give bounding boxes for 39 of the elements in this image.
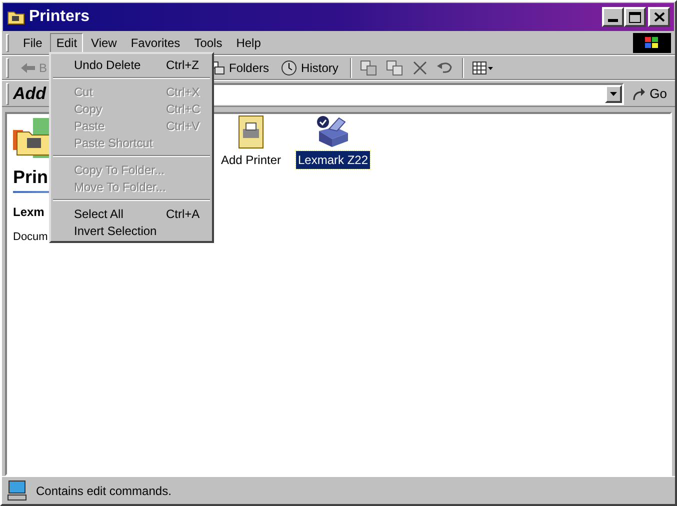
minimize-icon <box>608 19 618 22</box>
clock-icon <box>281 60 298 76</box>
window-title: Printers <box>29 7 90 27</box>
menu-item[interactable]: Help <box>230 32 267 52</box>
menu-item[interactable]: File <box>17 32 48 52</box>
add-printer-icon <box>237 115 265 149</box>
dropdown-button[interactable] <box>604 84 622 102</box>
maximize-icon <box>629 12 641 22</box>
caret-icon <box>610 92 617 96</box>
menu-item[interactable]: Tools <box>188 32 228 52</box>
go-arrow-icon <box>632 86 646 100</box>
close-button[interactable] <box>648 7 670 27</box>
menu-item[interactable]: Favorites <box>124 32 186 52</box>
maximize-button[interactable] <box>624 7 646 27</box>
back-arrow-icon <box>21 62 35 72</box>
documents-count: Docum <box>13 230 48 245</box>
printer-name: Lexm <box>13 204 44 221</box>
close-icon <box>654 12 664 22</box>
views-icon[interactable] <box>472 60 494 74</box>
undo-icon[interactable] <box>436 60 454 74</box>
icon-label[interactable]: Lexmark Z22 <box>296 151 370 169</box>
menu-entry[interactable]: Undo Delete Ctrl+Z <box>51 56 212 73</box>
menu-entry[interactable]: Invert Selection <box>51 222 212 239</box>
panel-title: Prin <box>13 166 48 189</box>
address-label: Add <box>13 82 48 105</box>
printer-icon <box>315 115 351 149</box>
menu-item[interactable]: View <box>85 32 123 52</box>
icon-label[interactable]: Add Printer <box>218 151 284 169</box>
go-button[interactable]: Go <box>624 84 675 104</box>
history-button[interactable]: History <box>277 58 342 76</box>
printer-folder-icon <box>7 9 25 25</box>
status-text: Contains edit commands. <box>36 482 172 500</box>
move-to-icon[interactable] <box>360 60 378 76</box>
menu-entry[interactable]: Select All Ctrl+A <box>51 205 212 222</box>
minimize-button[interactable] <box>602 7 624 27</box>
windows-flag-icon <box>644 36 660 50</box>
computer-icon <box>6 480 28 502</box>
delete-icon[interactable] <box>412 60 428 76</box>
copy-to-icon[interactable] <box>386 60 404 76</box>
